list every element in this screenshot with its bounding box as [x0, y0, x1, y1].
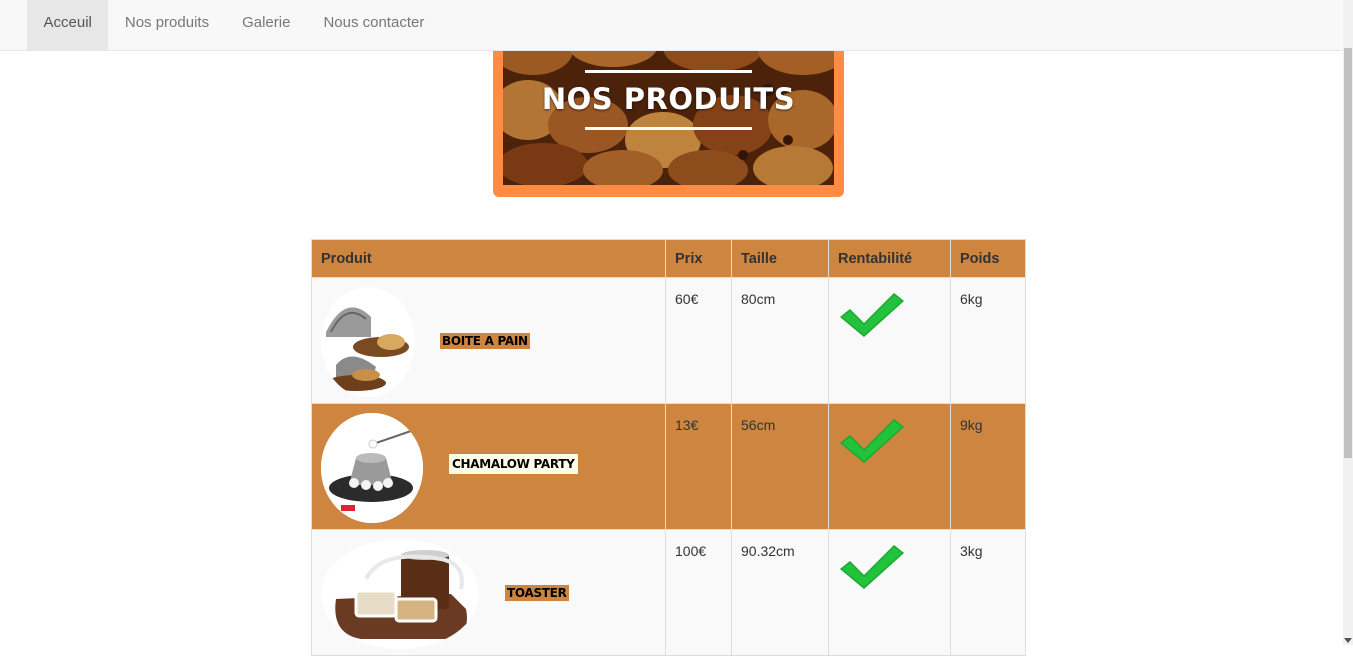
profitability-cell	[828, 529, 951, 656]
check-icon	[840, 293, 904, 337]
weight-cell: 9kg	[950, 403, 1026, 530]
header-produit: Produit	[311, 239, 666, 278]
navbar: Acceuil Nos produits Galerie Nous contac…	[0, 0, 1343, 51]
profitability-cell	[828, 277, 951, 404]
table-row: CHAMALOW PARTY 13€ 56cm 9kg	[311, 403, 1026, 530]
product-name: BOITE A PAIN	[440, 333, 530, 349]
size-cell: 90.32cm	[731, 529, 829, 656]
weight-cell: 6kg	[950, 277, 1026, 404]
price-cell: 100€	[665, 529, 732, 656]
table-row: TOASTER 100€ 90.32cm 3kg	[311, 529, 1026, 656]
table-header-row: Produit Prix Taille Rentabilité Poids	[311, 239, 1026, 278]
product-image-boite-a-pain	[321, 287, 415, 397]
header-rentabilite: Rentabilité	[828, 239, 951, 278]
nav-item-nous-contacter[interactable]: Nous contacter	[307, 0, 441, 50]
check-icon	[840, 545, 904, 589]
product-cell: CHAMALOW PARTY	[311, 403, 666, 530]
product-name: CHAMALOW PARTY	[449, 454, 578, 474]
header-prix: Prix	[665, 239, 732, 278]
check-icon	[840, 419, 904, 463]
weight-cell: 3kg	[950, 529, 1026, 656]
banner-line-bottom	[585, 127, 752, 130]
price-cell: 13€	[665, 403, 732, 530]
scroll-down-arrow-icon[interactable]	[1344, 638, 1352, 643]
nav-menu: Acceuil Nos produits Galerie Nous contac…	[27, 0, 441, 50]
nav-item-nos-produits[interactable]: Nos produits	[108, 0, 225, 50]
header-taille: Taille	[731, 239, 829, 278]
product-image-toaster	[321, 539, 479, 649]
banner-frame: NOS PRODUITS	[493, 30, 844, 197]
size-cell: 56cm	[731, 403, 829, 530]
pastries-banner-image: NOS PRODUITS	[503, 30, 834, 185]
size-cell: 80cm	[731, 277, 829, 404]
price-cell: 60€	[665, 277, 732, 404]
page-scrollbar[interactable]	[1343, 0, 1353, 645]
product-cell: TOASTER	[311, 529, 666, 656]
profitability-cell	[828, 403, 951, 530]
banner-title: NOS PRODUITS	[541, 82, 796, 116]
header-poids: Poids	[950, 239, 1026, 278]
product-cell: BOITE A PAIN	[311, 277, 666, 404]
nav-item-galerie[interactable]: Galerie	[226, 0, 307, 50]
nav-item-accueil[interactable]: Acceuil	[27, 0, 109, 50]
scrollbar-thumb[interactable]	[1344, 48, 1352, 458]
product-name: TOASTER	[505, 585, 569, 601]
banner-line-top	[585, 70, 752, 73]
table-row: BOITE A PAIN 60€ 80cm 6kg	[311, 277, 1026, 404]
product-image-chamalow-party	[321, 413, 423, 523]
products-table: Produit Prix Taille Rentabilité Poids BO…	[311, 239, 1026, 656]
